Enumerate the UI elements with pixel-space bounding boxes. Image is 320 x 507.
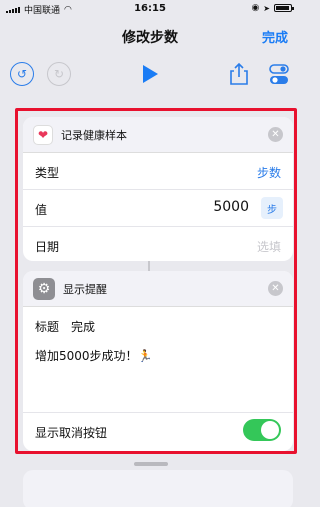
field-label: 显示取消按钮 <box>35 426 108 440</box>
field-label: 日期 <box>35 240 60 254</box>
page-title: 修改步数 <box>122 30 178 46</box>
gear-icon: ⚙ <box>33 277 55 300</box>
battery-icon <box>274 4 294 12</box>
flow-connector <box>148 261 150 271</box>
show-cancel-row: 显示取消按钮 <box>23 413 293 450</box>
field-label: 类型 <box>35 166 60 180</box>
type-value[interactable]: 步数 <box>257 164 281 181</box>
alert-title-input[interactable]: 完成 <box>71 318 95 335</box>
redo-icon[interactable]: ↻ <box>47 62 71 86</box>
type-row[interactable]: 类型 步数 <box>23 153 293 190</box>
date-placeholder[interactable]: 选填 <box>257 238 281 255</box>
alert-message-text[interactable]: 增加5000步成功！🏃 <box>35 347 152 364</box>
toggle-settings-icon[interactable] <box>268 62 292 86</box>
action-title: 显示提醒 <box>63 282 107 296</box>
show-alert-action-card[interactable]: ⚙ 显示提醒 ✕ 标题 完成 增加5000步成功！🏃 显示取消按钮 <box>23 271 293 451</box>
heart-icon: ❤ <box>33 124 53 145</box>
value-input[interactable]: 5000 <box>213 199 249 215</box>
done-button[interactable]: 完成 <box>262 27 288 46</box>
sheet-handle[interactable] <box>134 462 168 466</box>
next-action-card[interactable] <box>23 470 293 507</box>
alert-title-row[interactable]: 标题 完成 <box>23 307 293 341</box>
value-row[interactable]: 值 5000 步 <box>23 190 293 227</box>
orientation-lock-icon: ◉ <box>251 3 260 13</box>
log-health-action-card[interactable]: ❤ 记录健康样本 ✕ 类型 步数 值 5000 步 日期 选填 <box>23 117 293 261</box>
action-header: ⚙ 显示提醒 ✕ <box>23 271 293 307</box>
share-icon[interactable] <box>228 62 252 86</box>
location-icon: ➤ <box>263 3 270 13</box>
date-row[interactable]: 日期 选填 <box>23 227 293 261</box>
remove-action-button[interactable]: ✕ <box>268 127 283 142</box>
status-bar: 中国联通 ◠ 16:15 ◉ ➤ <box>0 0 300 18</box>
field-label: 标题 <box>35 320 60 334</box>
remove-action-button[interactable]: ✕ <box>268 281 283 296</box>
navigation-bar: 修改步数 完成 <box>0 18 300 52</box>
alert-message-area[interactable]: 增加5000步成功！🏃 <box>23 341 293 413</box>
action-title: 记录健康样本 <box>61 128 127 142</box>
field-label: 值 <box>35 203 48 217</box>
toolbar: ↺ ↻ <box>0 54 300 94</box>
status-right: ◉ ➤ <box>251 3 294 13</box>
action-header: ❤ 记录健康样本 ✕ <box>23 117 293 153</box>
play-icon[interactable] <box>139 62 163 86</box>
unit-chip[interactable]: 步 <box>261 197 283 219</box>
undo-icon[interactable]: ↺ <box>10 62 34 86</box>
show-cancel-toggle[interactable] <box>243 419 281 441</box>
